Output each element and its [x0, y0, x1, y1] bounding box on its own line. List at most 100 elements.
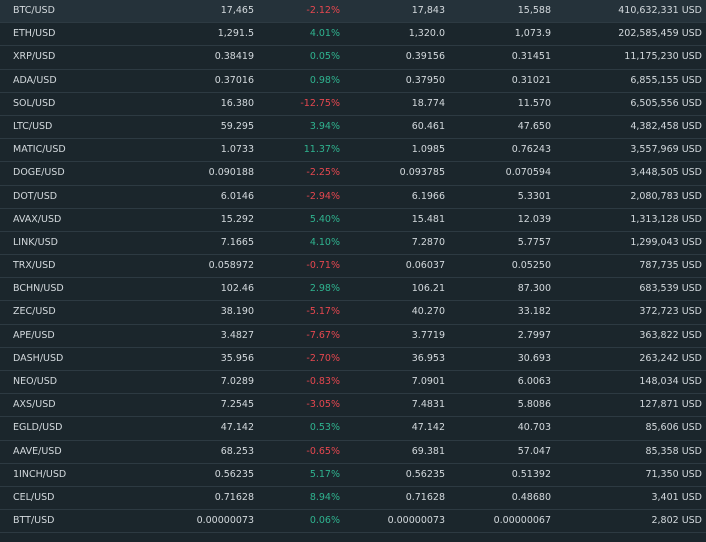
- last-price: 0.090188: [208, 167, 254, 179]
- high-price: 60.461: [411, 120, 445, 132]
- change-percent: 5.40%: [309, 213, 340, 225]
- high-price: 0.37950: [405, 74, 445, 86]
- volume: 263,242 USD: [639, 352, 702, 364]
- table-row[interactable]: BTT/USD 0.00000073 0.06% 0.00000073 0.000000…: [0, 510, 706, 534]
- change-percent: 0.98%: [309, 74, 340, 86]
- low-price: 5.8086: [517, 399, 551, 411]
- change-percent: -3.05%: [306, 399, 340, 411]
- pair-name: AXS/USD: [13, 399, 56, 411]
- table-row[interactable]: ZEC/USD 38.190 -5.17% 40.270 33.182 372,723 U…: [0, 301, 706, 325]
- pair-name: 1INCH/USD: [13, 468, 67, 480]
- table-row[interactable]: ETH/USD 1,291.5 4.01% 1,320.0 1,073.9 202,585…: [0, 23, 706, 47]
- volume: 85,358 USD: [645, 445, 702, 457]
- table-row[interactable]: DASH/USD 35.956 -2.70% 36.953 30.693 263,242 …: [0, 347, 706, 371]
- change-percent: 8.94%: [309, 491, 340, 503]
- change-percent: -2.12%: [306, 5, 340, 16]
- low-price: 0.05250: [511, 260, 551, 272]
- pair-name: APE/USD: [13, 329, 55, 341]
- low-price: 0.00000067: [493, 515, 551, 527]
- table-row[interactable]: NEO/USD 7.0289 -0.83% 7.0901 6.0063 148,034 U…: [0, 371, 706, 395]
- table-row[interactable]: LINK/USD 7.1665 4.10% 7.2870 5.7757 1,299,043…: [0, 231, 706, 256]
- table-row[interactable]: CEL/USD 0.71628 8.94% 0.71628 0.48680 3,401 U…: [0, 486, 706, 511]
- table-row[interactable]: APE/USD 3.4827 -7.67% 3.7719 2.7997 363,822 U…: [0, 324, 706, 348]
- volume: 202,585,459 USD: [618, 28, 702, 40]
- high-price: 0.56235: [405, 468, 445, 480]
- high-price: 1,320.0: [408, 28, 445, 40]
- last-price: 68.253: [220, 445, 254, 457]
- low-price: 11.570: [517, 97, 551, 109]
- table-row[interactable]: SOL/USD 16.380 -12.75% 18.774 11.570 6,505,55…: [0, 92, 706, 116]
- high-price: 1.0985: [411, 144, 445, 156]
- change-percent: 0.53%: [309, 422, 340, 434]
- ticker-table: BTC/USD 17,465 -2.12% 17,843 15,588 410,632,3…: [0, 0, 706, 542]
- low-price: 0.76243: [511, 144, 551, 156]
- pair-name: BTC/USD: [13, 5, 55, 16]
- volume: 1,313,128 USD: [630, 213, 702, 225]
- table-row[interactable]: EGLD/USD 47.142 0.53% 47.142 40.703 85,606 US…: [0, 417, 706, 441]
- pair-name: DOGE/USD: [13, 167, 65, 179]
- change-percent: 2.98%: [309, 283, 340, 295]
- volume: 85,606 USD: [645, 422, 702, 434]
- pair-name: LINK/USD: [13, 236, 58, 248]
- volume: 2,080,783 USD: [630, 190, 702, 202]
- low-price: 5.3301: [517, 190, 551, 202]
- low-price: 12.039: [517, 213, 551, 225]
- high-price: 0.39156: [405, 51, 445, 63]
- low-price: 2.7997: [517, 329, 551, 341]
- pair-name: BTT/USD: [13, 515, 55, 527]
- last-price: 1.0733: [220, 144, 254, 156]
- table-row[interactable]: MATIC/USD 1.0733 11.37% 1.0985 0.76243 3,557,…: [0, 139, 706, 163]
- high-price: 0.06037: [405, 260, 445, 272]
- high-price: 15.481: [411, 213, 445, 225]
- table-row[interactable]: LTC/USD 59.295 3.94% 60.461 47.650 4,382,458 …: [0, 115, 706, 140]
- volume: 363,822 USD: [639, 329, 702, 341]
- volume: 3,448,505 USD: [630, 167, 702, 179]
- low-price: 0.48680: [511, 491, 551, 503]
- last-price: 16.380: [220, 97, 254, 109]
- table-row[interactable]: BCHN/USD 102.46 2.98% 106.21 87.300 683,539 U…: [0, 278, 706, 302]
- change-percent: -2.94%: [306, 190, 340, 202]
- volume: 11,175,230 USD: [624, 51, 702, 63]
- last-price: 0.00000073: [196, 515, 254, 527]
- table-row[interactable]: BTC/USD 17,465 -2.12% 17,843 15,588 410,632,3…: [0, 0, 706, 24]
- change-percent: 4.01%: [309, 28, 340, 40]
- high-price: 47.142: [411, 422, 445, 434]
- volume: 148,034 USD: [639, 376, 702, 387]
- low-price: 47.650: [517, 120, 551, 132]
- volume: 3,557,969 USD: [630, 144, 702, 156]
- table-row[interactable]: DOT/USD 6.0146 -2.94% 6.1966 5.3301 2,080,783…: [0, 185, 706, 209]
- table-row[interactable]: XRP/USD 0.38419 0.05% 0.39156 0.31451 11,175,…: [0, 46, 706, 70]
- pair-name: BCHN/USD: [13, 283, 64, 295]
- pair-name: MATIC/USD: [13, 144, 66, 156]
- pair-name: DOT/USD: [13, 190, 58, 202]
- volume: 3,401 USD: [651, 491, 702, 503]
- pair-name: SOL/USD: [13, 97, 56, 109]
- table-row[interactable]: AVAX/USD 15.292 5.40% 15.481 12.039 1,313,128…: [0, 208, 706, 232]
- low-price: 40.703: [517, 422, 551, 434]
- last-price: 59.295: [220, 120, 254, 132]
- last-price: 0.058972: [208, 260, 254, 272]
- table-row[interactable]: AAVE/USD 68.253 -0.65% 69.381 57.047 85,358 U…: [0, 440, 706, 464]
- pair-name: CEL/USD: [13, 491, 55, 503]
- table-row[interactable]: DOGE/USD 0.090188 -2.25% 0.093785 0.070594 3,…: [0, 162, 706, 186]
- table-row[interactable]: 1INCH/USD 0.56235 5.17% 0.56235 0.51392 71,35…: [0, 463, 706, 487]
- low-price: 0.31451: [511, 51, 551, 63]
- change-percent: -0.71%: [306, 260, 340, 272]
- pair-name: LTC/USD: [13, 120, 53, 132]
- pair-name: AVAX/USD: [13, 213, 62, 225]
- table-row[interactable]: ADA/USD 0.37016 0.98% 0.37950 0.31021 6,855,1…: [0, 69, 706, 93]
- pair-name: NEO/USD: [13, 376, 58, 387]
- table-row[interactable]: AXS/USD 7.2545 -3.05% 7.4831 5.8086 127,871 U…: [0, 394, 706, 418]
- pair-name: AAVE/USD: [13, 445, 62, 457]
- last-price: 7.0289: [220, 376, 254, 387]
- last-price: 35.956: [220, 352, 254, 364]
- pair-name: TRX/USD: [13, 260, 56, 272]
- high-price: 18.774: [411, 97, 445, 109]
- table-row[interactable]: TRX/USD 0.058972 -0.71% 0.06037 0.05250 787,7…: [0, 255, 706, 279]
- pair-name: EGLD/USD: [13, 422, 63, 434]
- volume: 683,539 USD: [639, 283, 702, 295]
- volume: 1,299,043 USD: [630, 236, 702, 248]
- last-price: 17,465: [220, 5, 254, 16]
- last-price: 7.2545: [220, 399, 254, 411]
- volume: 6,855,155 USD: [630, 74, 702, 86]
